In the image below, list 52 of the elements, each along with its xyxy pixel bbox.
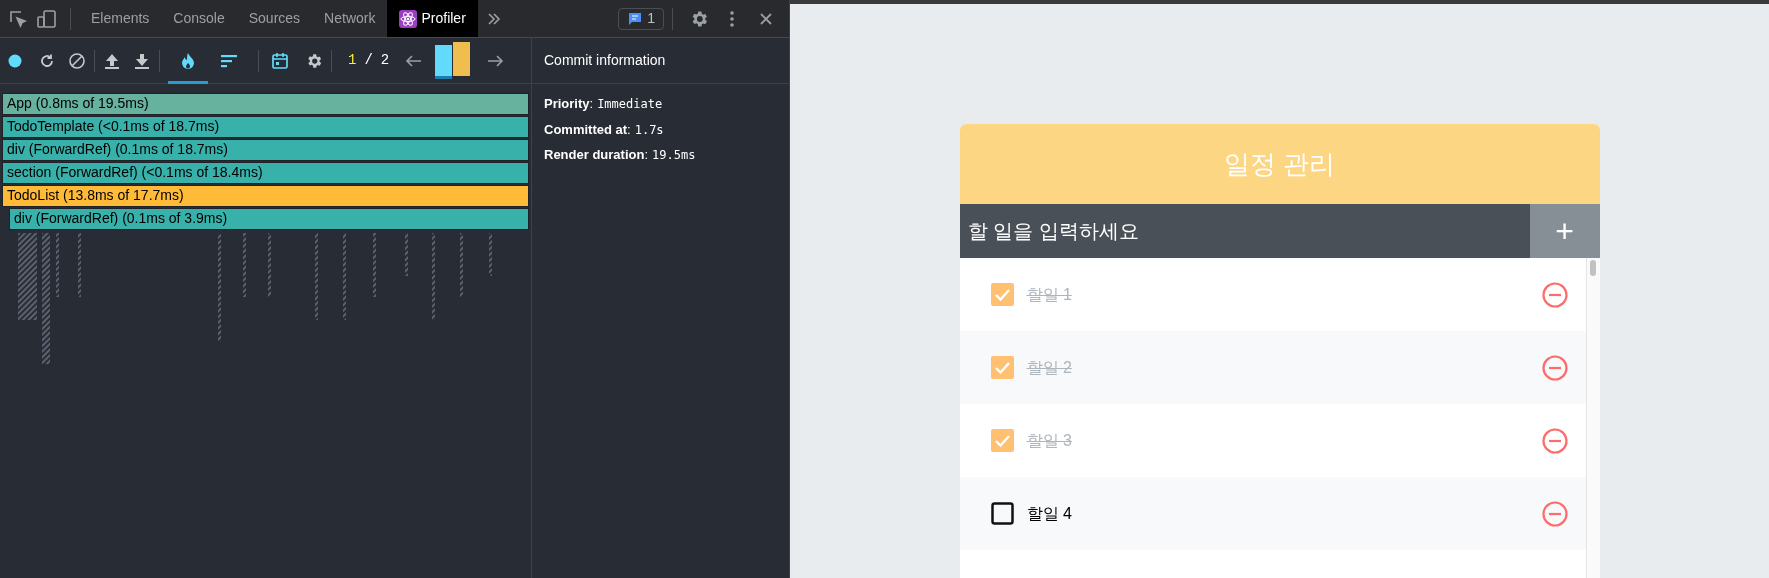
more-options-icon[interactable] [729,9,735,28]
remove-icon[interactable] [1541,354,1568,381]
inspect-icon[interactable] [8,8,28,29]
checkbox[interactable] [990,429,1014,452]
close-icon[interactable] [759,11,773,26]
commit-separator: / [364,51,373,70]
device-toolbar-icon[interactable] [36,8,58,29]
calendar-icon[interactable] [271,51,289,70]
clear-icon[interactable] [68,51,86,70]
checkbox[interactable] [990,502,1014,525]
tab[interactable]: Sources [236,0,313,37]
todo-text: 할일 3 [1026,430,1072,451]
flamegraph-bar[interactable]: div (ForwardRef) (0.1ms of 18.7ms) [2,139,529,161]
tab[interactable]: Elements [79,0,162,37]
remove-icon[interactable] [1541,427,1568,454]
record-icon[interactable] [8,53,22,68]
download-icon[interactable] [133,51,151,70]
flamegraph-bar[interactable]: div (ForwardRef) (0.1ms of 3.9ms) [9,208,529,230]
remove-icon[interactable] [1541,500,1568,527]
previous-arrow-icon[interactable] [405,53,424,68]
issues-count: 1 [647,9,655,28]
todo-text: 할일 2 [1026,357,1072,378]
flame-icon [180,51,196,70]
flamegraph-bar[interactable]: TodoTemplate (<0.1ms of 18.7ms) [2,116,529,138]
commit-detail: Priority: Immediate [544,95,664,113]
todo-input-field[interactable]: 할 일을 입력하세요 [959,204,1530,258]
app-title: 일정 관리 [1223,147,1336,181]
panel-title: Commit information [544,51,666,70]
todo-text: 할일 4 [1026,503,1072,524]
commit-total: 2 [380,51,390,70]
remove-icon[interactable] [1541,281,1568,308]
issues-button[interactable]: 1 [618,7,664,30]
todo-text: 할일 1 [1026,284,1072,305]
message-icon [627,10,644,27]
flamegraph-bar[interactable]: TodoList (13.8ms of 17.7ms) [2,185,529,207]
checkbox[interactable] [990,356,1014,379]
ranked-chart-icon [220,52,238,69]
commit-bar[interactable] [453,41,471,76]
commit-detail: Committed at: 1.7s [544,120,665,139]
commit-bar[interactable] [435,44,453,79]
tab[interactable]: Network [312,0,388,37]
flamegraph-bar[interactable]: App (0.8ms of 19.5ms) [2,93,529,115]
more-tabs-icon[interactable] [485,10,502,27]
next-arrow-icon[interactable] [486,53,505,68]
tab[interactable]: Console [161,0,237,37]
atom-icon [399,9,418,28]
flamegraph-bar[interactable]: section (ForwardRef) (<0.1ms of 18.4ms) [2,162,529,184]
commit-index: 1 [348,51,357,70]
scrollbar-thumb[interactable] [1590,260,1596,276]
checkbox[interactable] [990,283,1014,306]
tab[interactable]: Profiler [387,0,478,37]
commit-detail: Render duration: 19.5ms [544,146,697,164]
